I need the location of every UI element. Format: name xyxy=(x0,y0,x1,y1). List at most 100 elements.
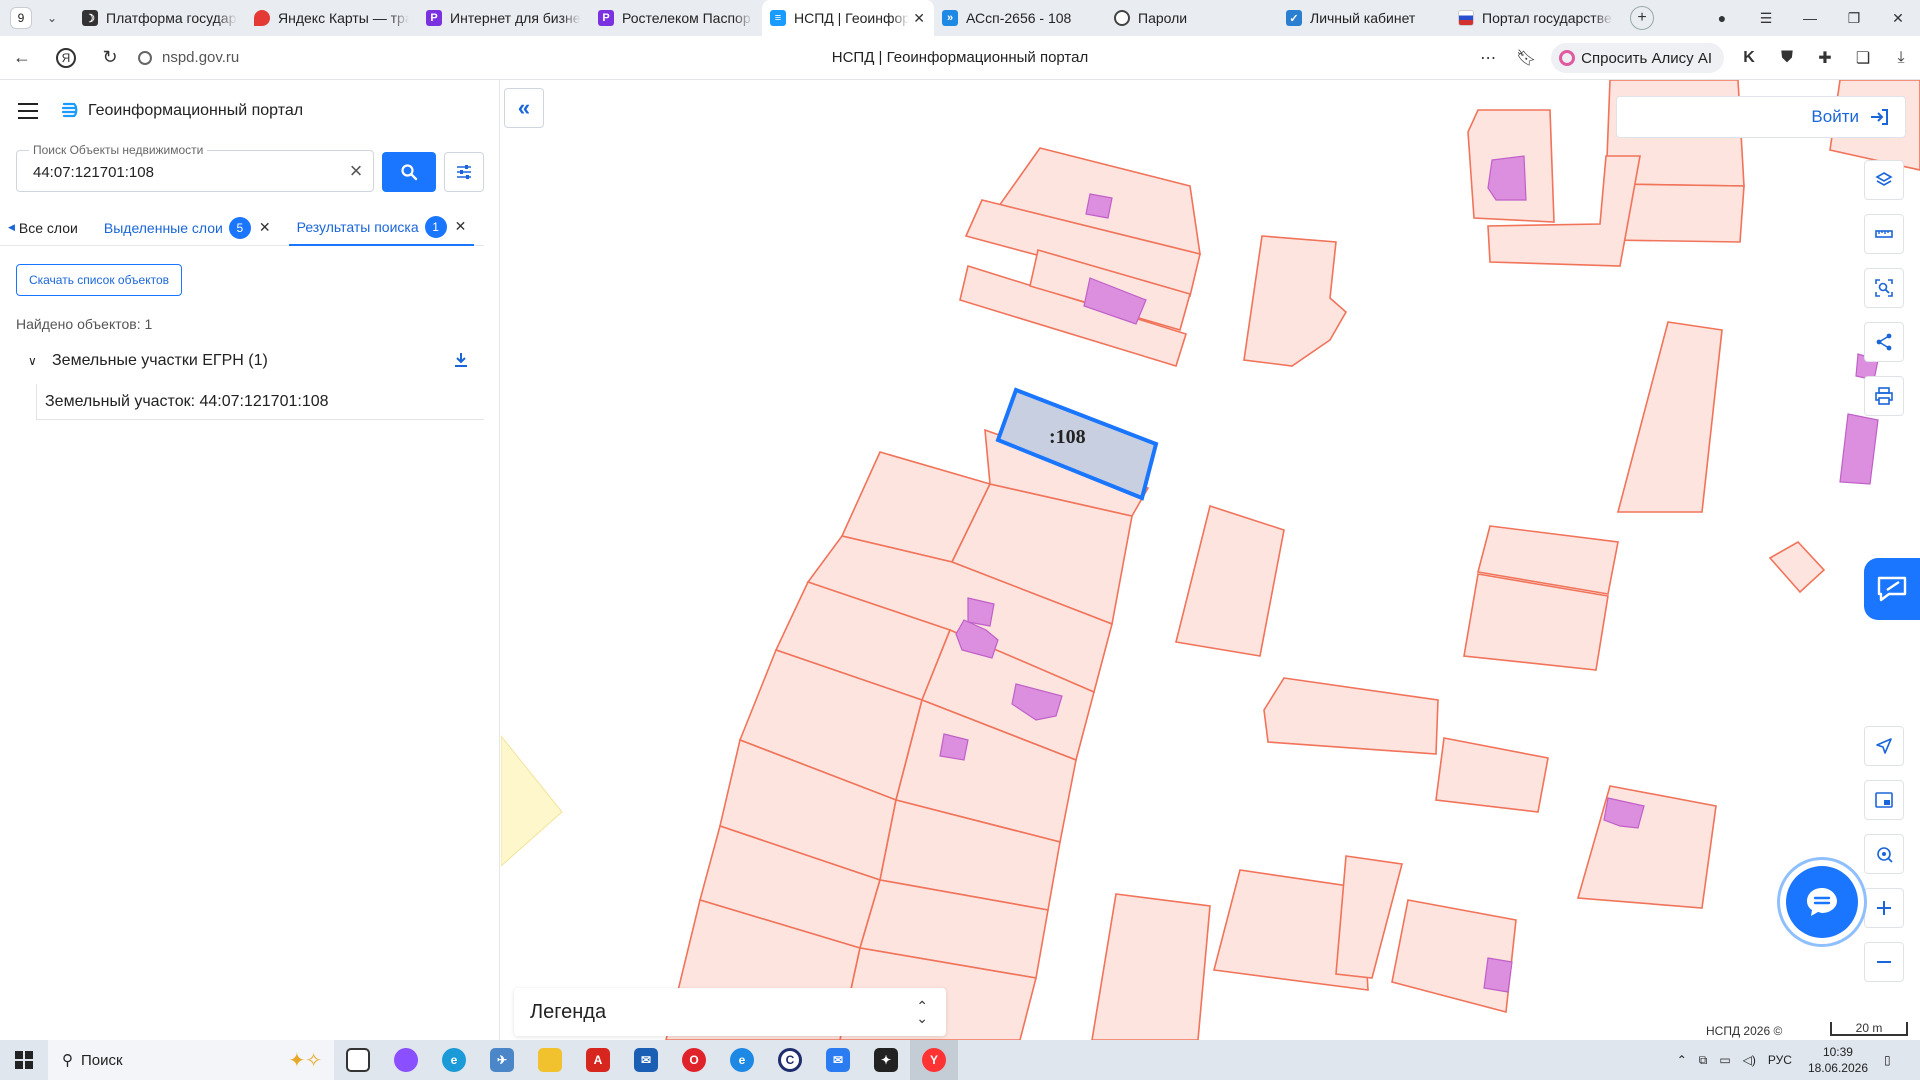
clock[interactable]: 10:39 18.06.2026 xyxy=(1808,1044,1868,1076)
browser-tab[interactable]: Р Интернет для бизне xyxy=(418,0,590,36)
volume-icon[interactable]: ◁) xyxy=(1743,1053,1756,1067)
minimap-button[interactable] xyxy=(1864,780,1904,820)
extensions-icon[interactable]: ✚ xyxy=(1806,36,1844,80)
chevron-up-icon[interactable]: ⌃ xyxy=(1677,1053,1687,1067)
chat-bot-button[interactable] xyxy=(1786,866,1858,938)
language-indicator[interactable]: РУС xyxy=(1768,1053,1792,1067)
alice-app-icon[interactable] xyxy=(382,1040,430,1080)
browser-tab[interactable]: Р Ростелеком Паспор xyxy=(590,0,762,36)
search-icon: ⚲ xyxy=(62,1052,73,1069)
taskbar: ⚲ Поиск ✦✧ e ✈ A ✉ O e C ✉ ✦ Y ⌃ ⧉ ▭ ◁) … xyxy=(0,1040,1920,1080)
tab-label: Все слои xyxy=(18,219,78,236)
legend-panel[interactable]: Легенда ⌃ ⌄ xyxy=(514,988,946,1036)
result-group[interactable]: ∨ Земельные участки ЕГРН (1) xyxy=(28,348,484,374)
cadastral-map[interactable] xyxy=(501,80,1920,1040)
browser-tab[interactable]: ✓ Личный кабинет xyxy=(1278,0,1450,36)
windows-start-icon[interactable] xyxy=(0,1040,48,1080)
tab-selected-layers[interactable]: Выделенные слои 5 ✕ xyxy=(96,210,279,246)
browser-tab[interactable]: » АСсп-2656 - 108 xyxy=(934,0,1106,36)
app-c-icon[interactable]: C xyxy=(766,1040,814,1080)
close-window-icon[interactable]: ✕ xyxy=(1876,0,1920,36)
login-icon xyxy=(1871,109,1888,125)
tab-search-results[interactable]: Результаты поиска 1 ✕ xyxy=(288,210,475,246)
url-field[interactable]: nspd.gov.ru xyxy=(138,49,239,66)
ask-alice-button[interactable]: Спросить Алису AI xyxy=(1551,43,1724,73)
internet-explorer-icon[interactable]: e xyxy=(718,1040,766,1080)
map-canvas[interactable]: :108 xyxy=(501,80,1920,1040)
zoom-out-button[interactable] xyxy=(1864,942,1904,982)
panel-tabs: ◀ Все слои Выделенные слои 5 ✕ Результат… xyxy=(0,210,484,246)
close-tab-icon[interactable]: ✕ xyxy=(913,10,925,27)
hamburger-menu-icon[interactable] xyxy=(18,103,38,119)
result-item[interactable]: Земельный участок: 44:07:121701:108 xyxy=(36,384,484,420)
parcel xyxy=(1435,737,1549,813)
moon-icon: ☽ xyxy=(82,10,98,26)
close-icon[interactable]: ✕ xyxy=(455,218,467,235)
geolocation-button[interactable] xyxy=(1864,726,1904,766)
minimize-icon[interactable]: — xyxy=(1788,0,1832,36)
more-dots-icon[interactable]: ⋯ xyxy=(1469,36,1507,80)
collections-icon[interactable]: ❏ xyxy=(1844,36,1882,80)
device-icon[interactable]: ⧉ xyxy=(1699,1053,1708,1068)
search-field[interactable]: Поиск Объекты недвижимости × xyxy=(16,143,374,192)
menu-icon[interactable]: ☰ xyxy=(1744,0,1788,36)
task-view-icon[interactable] xyxy=(334,1040,382,1080)
filter-button[interactable] xyxy=(444,152,484,192)
restore-icon[interactable]: ❐ xyxy=(1832,0,1876,36)
mail-icon[interactable]: ✉ xyxy=(814,1040,862,1080)
map-tools-bottom xyxy=(1864,726,1904,982)
browser-tab[interactable]: Портал государстве xyxy=(1450,0,1622,36)
area-select-button[interactable] xyxy=(1864,268,1904,308)
zoom-in-button[interactable] xyxy=(1864,888,1904,928)
back-arrow-icon[interactable]: ← xyxy=(0,36,44,80)
share-button[interactable] xyxy=(1864,322,1904,362)
yandex-browser-icon[interactable]: Y xyxy=(910,1040,958,1080)
acrobat-icon[interactable]: A xyxy=(574,1040,622,1080)
new-tab-plus-icon[interactable]: + xyxy=(1630,6,1654,30)
app-icon[interactable]: ✈ xyxy=(478,1040,526,1080)
tab-counter[interactable]: 9 xyxy=(10,7,32,29)
taskbar-search-label: Поиск xyxy=(81,1051,123,1069)
profile-icon[interactable]: ● xyxy=(1700,0,1744,36)
chevron-down-icon[interactable]: ⌄ xyxy=(40,6,64,30)
copyright: НСПД 2026 © xyxy=(1706,1024,1783,1038)
browser-tab[interactable]: Яндекс Карты — тра xyxy=(246,0,418,36)
ruler-button[interactable] xyxy=(1864,214,1904,254)
file-explorer-icon[interactable] xyxy=(526,1040,574,1080)
search-button[interactable] xyxy=(382,152,436,192)
location-search-button[interactable] xyxy=(1864,834,1904,874)
download-icon[interactable] xyxy=(452,351,470,369)
shield-icon[interactable]: ⛊ xyxy=(1768,36,1806,80)
mail-app-icon[interactable]: ✉ xyxy=(622,1040,670,1080)
sparkle-app-icon[interactable]: ✦ xyxy=(862,1040,910,1080)
portal-title: Геоинформационный портал xyxy=(88,102,304,119)
browser-tab[interactable]: ☽ Платформа государс xyxy=(74,0,246,36)
reload-icon[interactable]: ↻ xyxy=(88,36,132,80)
location-target-icon xyxy=(1877,847,1893,863)
browser-tab-active[interactable]: ≡ НСПД | Геоинфор ✕ xyxy=(762,0,934,36)
tab-title: Портал государстве xyxy=(1482,10,1612,26)
print-button[interactable] xyxy=(1864,376,1904,416)
login-button[interactable]: Войти xyxy=(1616,96,1906,138)
bookmark-icon[interactable]: 🔖︎ xyxy=(1507,36,1545,80)
network-icon[interactable]: ▭ xyxy=(1719,1053,1730,1067)
ruler-icon xyxy=(1875,230,1893,238)
collapse-panel-button[interactable]: « xyxy=(504,88,544,128)
system-tray: ⌃ ⧉ ▭ ◁) РУС 10:39 18.06.2026 ▯ xyxy=(1671,1040,1920,1080)
kaspersky-icon[interactable]: K xyxy=(1730,36,1768,80)
close-icon[interactable]: ✕ xyxy=(259,219,271,236)
edge-icon[interactable]: e xyxy=(430,1040,478,1080)
download-list-button[interactable]: Скачать список объектов xyxy=(16,264,182,296)
yandex-logo-icon[interactable]: Я xyxy=(44,36,88,80)
side-support-button[interactable] xyxy=(1864,558,1920,620)
search-input[interactable] xyxy=(33,161,333,183)
taskbar-search[interactable]: ⚲ Поиск ✦✧ xyxy=(48,1040,334,1080)
clear-icon[interactable]: × xyxy=(345,160,367,182)
layers-button[interactable] xyxy=(1864,160,1904,200)
opera-icon[interactable]: O xyxy=(670,1040,718,1080)
site-info-icon[interactable] xyxy=(138,50,152,65)
notifications-icon[interactable]: ▯ xyxy=(1884,1053,1914,1067)
browser-tab[interactable]: Пароли xyxy=(1106,0,1278,36)
tab-all-layers[interactable]: ◀ Все слои xyxy=(0,210,86,246)
downloads-icon[interactable]: ⤓ xyxy=(1882,36,1920,80)
